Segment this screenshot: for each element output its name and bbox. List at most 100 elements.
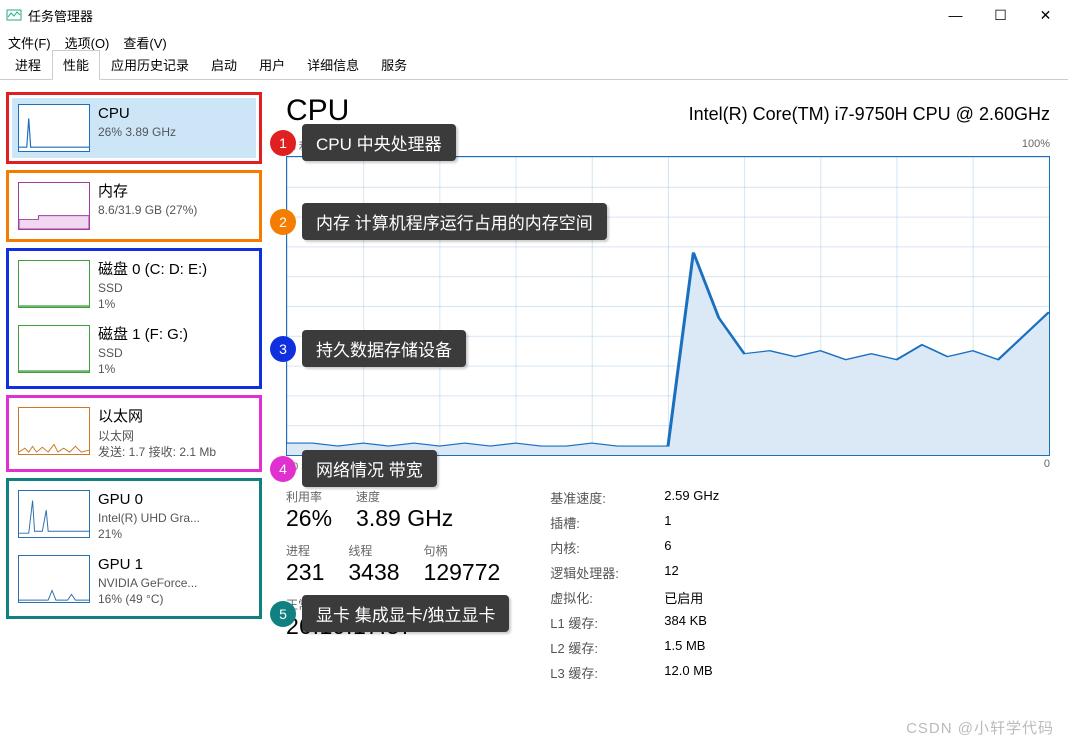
- tab-performance[interactable]: 性能: [52, 50, 100, 80]
- detail-subtitle: Intel(R) Core(TM) i7-9750H CPU @ 2.60GHz: [689, 104, 1050, 125]
- cpu-utilization-chart: [286, 156, 1050, 456]
- stats-val: 1.5 MB: [664, 638, 719, 657]
- stat-thr-value: 3438: [348, 559, 399, 586]
- sidebar-disk1-title: 磁盘 1 (F: G:): [98, 325, 188, 345]
- close-button[interactable]: ✕: [1023, 0, 1068, 30]
- app-icon: [6, 7, 22, 23]
- sidebar-item-gpu0[interactable]: GPU 0 Intel(R) UHD Gra... 21%: [12, 484, 256, 549]
- stats-val: 384 KB: [664, 613, 719, 632]
- sidebar-cpu-title: CPU: [98, 104, 176, 124]
- tab-details[interactable]: 详细信息: [296, 50, 370, 80]
- tab-services[interactable]: 服务: [370, 50, 418, 80]
- chart-top-right-label: 100%: [1022, 138, 1050, 154]
- sidebar-thumb-disk1: [18, 325, 90, 373]
- stats-key: L3 缓存:: [550, 663, 650, 682]
- callout-cpu: 1 CPU 中央处理器: [270, 124, 456, 161]
- minimize-button[interactable]: —: [933, 0, 978, 30]
- callout-num-4: 4: [270, 456, 296, 482]
- sidebar-thumb-cpu: [18, 104, 90, 152]
- callout-num-2: 2: [270, 209, 296, 235]
- stat-speed-value: 3.89 GHz: [356, 505, 453, 532]
- stats-val: 2.59 GHz: [664, 488, 719, 507]
- menu-view[interactable]: 查看(V): [123, 33, 166, 52]
- callout-text-4: 网络情况 带宽: [302, 450, 437, 487]
- callout-text-1: CPU 中央处理器: [302, 124, 456, 161]
- titlebar: 任务管理器 — ☐ ✕: [0, 0, 1068, 30]
- stats-key: 插槽:: [550, 513, 650, 532]
- annotation-group-cpu: CPU 26% 3.89 GHz: [6, 92, 262, 164]
- sidebar-item-disk1[interactable]: 磁盘 1 (F: G:) SSD 1%: [12, 319, 256, 384]
- stats-key: 逻辑处理器:: [550, 563, 650, 582]
- sidebar-disk0-title: 磁盘 0 (C: D: E:): [98, 260, 207, 280]
- tab-users[interactable]: 用户: [248, 50, 296, 80]
- stats-key: 虚拟化:: [550, 588, 650, 607]
- stat-proc-value: 231: [286, 559, 324, 586]
- sidebar-item-memory[interactable]: 内存 8.6/31.9 GB (27%): [12, 176, 256, 236]
- sidebar-memory-sub: 8.6/31.9 GB (27%): [98, 202, 197, 218]
- sidebar-item-gpu1[interactable]: GPU 1 NVIDIA GeForce... 16% (49 °C): [12, 549, 256, 614]
- callout-num-1: 1: [270, 130, 296, 156]
- callout-num-3: 3: [270, 336, 296, 362]
- sidebar-eth-sub2: 发送: 1.7 接收: 2.1 Mb: [98, 444, 216, 460]
- stat-hnd-label: 句柄: [424, 542, 501, 559]
- annotation-group-gpu: GPU 0 Intel(R) UHD Gra... 21% GPU 1 NVID…: [6, 478, 262, 619]
- sidebar-gpu0-pct: 21%: [98, 526, 200, 542]
- maximize-button[interactable]: ☐: [978, 0, 1023, 30]
- body-area: CPU 26% 3.89 GHz 内存 8.6/31.9 GB (27%): [0, 80, 1068, 746]
- stats-val: 12.0 MB: [664, 663, 719, 682]
- sidebar-item-cpu[interactable]: CPU 26% 3.89 GHz: [12, 98, 256, 158]
- annotation-group-memory: 内存 8.6/31.9 GB (27%): [6, 170, 262, 242]
- sidebar-item-ethernet[interactable]: 以太网 以太网 发送: 1.7 接收: 2.1 Mb: [12, 401, 256, 466]
- tabstrip: 进程 性能 应用历史记录 启动 用户 详细信息 服务: [0, 54, 1068, 80]
- stat-util-value: 26%: [286, 505, 332, 532]
- sidebar: CPU 26% 3.89 GHz 内存 8.6/31.9 GB (27%): [0, 80, 268, 746]
- menu-options[interactable]: 选项(O): [65, 33, 110, 52]
- stats-right-grid: 基准速度:2.59 GHz插槽:1内核:6逻辑处理器:12虚拟化:已启用L1 缓…: [550, 488, 719, 682]
- callout-text-3: 持久数据存储设备: [302, 330, 466, 367]
- stats-val: 12: [664, 563, 719, 582]
- sidebar-gpu1-pct: 16% (49 °C): [98, 591, 197, 607]
- sidebar-gpu0-title: GPU 0: [98, 490, 200, 510]
- annotation-group-disk: 磁盘 0 (C: D: E:) SSD 1% 磁盘 1 (F: G:) SSD …: [6, 248, 262, 389]
- stats-key: 内核:: [550, 538, 650, 557]
- sidebar-disk0-type: SSD: [98, 280, 207, 296]
- sidebar-gpu1-title: GPU 1: [98, 555, 197, 575]
- sidebar-thumb-memory: [18, 182, 90, 230]
- stats-val: 6: [664, 538, 719, 557]
- sidebar-cpu-sub: 26% 3.89 GHz: [98, 124, 176, 140]
- sidebar-memory-title: 内存: [98, 182, 197, 202]
- stats-section: 利用率 26% 速度 3.89 GHz 进程 231 线程 34: [286, 488, 1050, 682]
- stat-hnd-value: 129772: [424, 559, 501, 586]
- callout-network: 4 网络情况 带宽: [270, 450, 437, 487]
- sidebar-gpu1-name: NVIDIA GeForce...: [98, 575, 197, 591]
- stats-val: 1: [664, 513, 719, 532]
- sidebar-gpu0-name: Intel(R) UHD Gra...: [98, 510, 200, 526]
- tab-processes[interactable]: 进程: [4, 50, 52, 80]
- sidebar-thumb-ethernet: [18, 407, 90, 455]
- stat-thr-label: 线程: [348, 542, 399, 559]
- menu-file[interactable]: 文件(F): [8, 33, 51, 52]
- stats-key: 基准速度:: [550, 488, 650, 507]
- stats-key: L2 缓存:: [550, 638, 650, 657]
- sidebar-thumb-disk0: [18, 260, 90, 308]
- callout-num-5: 5: [270, 601, 296, 627]
- window-title: 任务管理器: [28, 6, 93, 25]
- sidebar-thumb-gpu0: [18, 490, 90, 538]
- annotation-group-ethernet: 以太网 以太网 发送: 1.7 接收: 2.1 Mb: [6, 395, 262, 472]
- stats-key: L1 缓存:: [550, 613, 650, 632]
- detail-title: CPU: [286, 94, 349, 128]
- stat-util-label: 利用率: [286, 488, 332, 505]
- sidebar-disk0-pct: 1%: [98, 296, 207, 312]
- callout-disk: 3 持久数据存储设备: [270, 330, 466, 367]
- detail-pane: CPU Intel(R) Core(TM) i7-9750H CPU @ 2.6…: [268, 80, 1068, 746]
- sidebar-disk1-pct: 1%: [98, 361, 188, 377]
- stat-proc-label: 进程: [286, 542, 324, 559]
- callout-memory: 2 内存 计算机程序运行占用的内存空间: [270, 203, 607, 240]
- sidebar-item-disk0[interactable]: 磁盘 0 (C: D: E:) SSD 1%: [12, 254, 256, 319]
- callout-text-5: 显卡 集成显卡/独立显卡: [302, 595, 509, 632]
- tab-app-history[interactable]: 应用历史记录: [100, 50, 200, 80]
- tab-startup[interactable]: 启动: [200, 50, 248, 80]
- sidebar-thumb-gpu1: [18, 555, 90, 603]
- stat-speed-label: 速度: [356, 488, 453, 505]
- chart-bot-right-label: 0: [1044, 458, 1050, 474]
